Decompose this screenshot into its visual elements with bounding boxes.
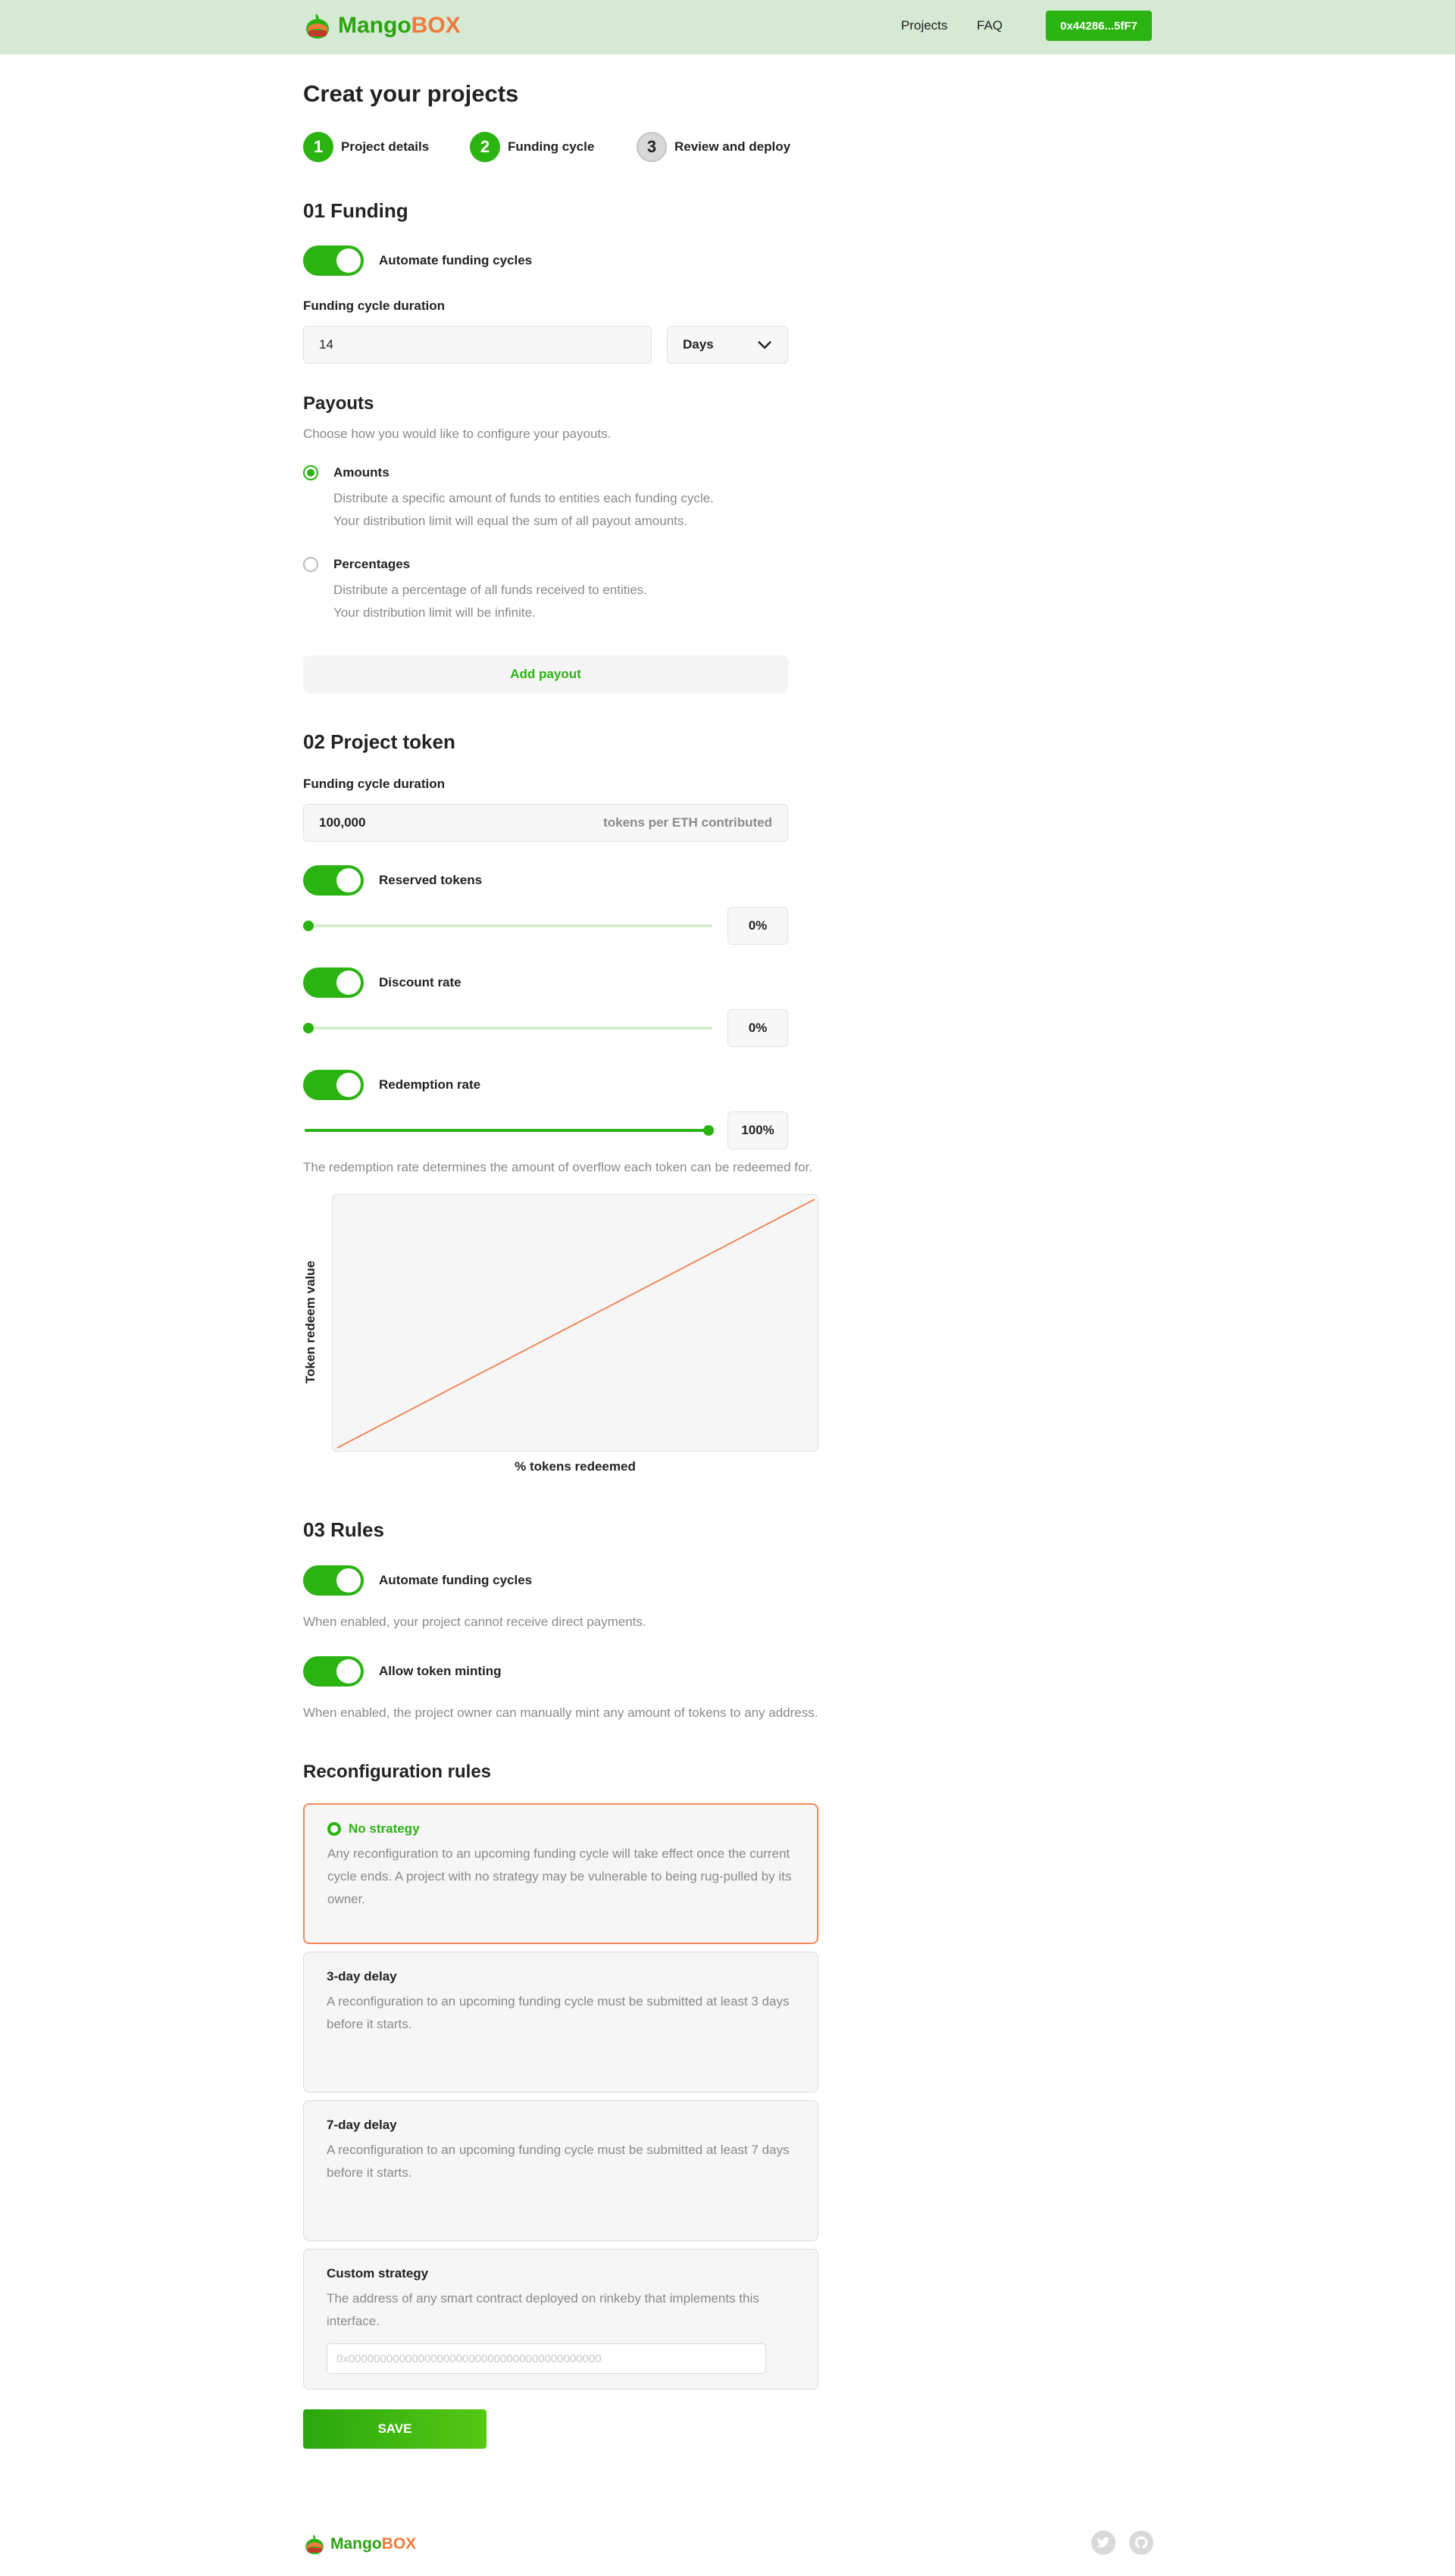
toggle-knob [336,1073,361,1097]
brand-name-mango: Mango [330,2535,382,2553]
reserved-tokens-label: Reserved tokens [379,873,483,887]
rule-automate-label: Automate funding cycles [379,1573,533,1587]
chart-series-line-0 [336,1199,815,1449]
redemption-note: The redemption rate determines the amoun… [303,1160,812,1174]
chart-x-axis-label: % tokens redeemed [515,1459,636,1474]
payout-percentages-label[interactable]: Percentages [333,557,410,572]
rule-minting-label: Allow token minting [379,1664,502,1678]
discount-rate-slider-track[interactable] [305,1027,712,1030]
rule-automate-toggle[interactable] [303,1565,364,1596]
token-section-heading: 02 Project token [303,730,455,753]
strategy-desc: Any reconfiguration to an upcoming fundi… [327,1846,792,1906]
toggle-knob [336,1568,361,1593]
token-amount-value: 100,000 [319,815,366,830]
mango-logo-icon [306,14,329,39]
automate-funding-toggle[interactable] [303,245,364,276]
toggle-knob [336,868,361,893]
strategy-title: No strategy [327,1821,794,1837]
redemption-rate-toggle[interactable] [303,1070,364,1100]
reconfig-heading: Reconfiguration rules [303,1762,492,1782]
reserved-tokens-slider-thumb[interactable] [303,921,314,931]
strategy-title-text: No strategy [349,1821,420,1836]
twitter-icon[interactable] [1091,2531,1116,2555]
step-2-circle[interactable]: 2 [470,132,500,162]
add-payout-button[interactable]: Add payout [303,655,788,693]
strategy-title: Custom strategy [327,2266,429,2281]
redemption-rate-label: Redemption rate [379,1077,481,1092]
reserved-tokens-toggle[interactable] [303,865,364,896]
redemption-chart [332,1194,818,1452]
selected-radio-icon [327,1822,341,1836]
duration-unit-select[interactable]: Days [667,326,788,364]
brand-name-mango: Mango [338,13,411,38]
redemption-chart-svg [336,1199,815,1449]
strategy-desc: The address of any smart contract deploy… [327,2291,759,2328]
duration-input[interactable]: 14 [303,326,652,364]
step-3-label[interactable]: Review and deploy [674,139,790,155]
step-1-label[interactable]: Project details [341,139,429,155]
strategy-7-day-card[interactable]: 7-day delay A reconfiguration to an upco… [303,2100,818,2241]
footer-logo[interactable]: Mango BOX [303,2532,416,2556]
token-duration-label: Funding cycle duration [303,777,446,791]
rules-section-heading: 03 Rules [303,1518,384,1541]
redemption-rate-value[interactable]: 100% [728,1111,788,1149]
nav-projects-link[interactable]: Projects [901,18,947,33]
step-2-label[interactable]: Funding cycle [508,139,594,155]
toggle-knob [336,971,361,995]
payout-percentages-radio[interactable] [303,557,318,572]
wallet-address-button[interactable]: 0x44286...5fF7 [1046,11,1152,41]
toggle-knob [336,1659,361,1683]
discount-rate-slider-thumb[interactable] [303,1023,314,1033]
discount-rate-toggle[interactable] [303,968,364,998]
nav-faq-link[interactable]: FAQ [977,18,1003,33]
token-amount-input[interactable]: 100,000 tokens per ETH contributed [303,804,788,842]
payouts-subtitle: Choose how you would like to configure y… [303,427,612,441]
strategy-desc: A reconfiguration to an upcoming funding… [327,1994,790,2031]
funding-section-heading: 01 Funding [303,199,408,222]
step-3-circle[interactable]: 3 [637,132,667,162]
payout-amounts-label[interactable]: Amounts [333,465,390,480]
payouts-heading: Payouts [303,393,374,414]
step-1-circle[interactable]: 1 [303,132,333,162]
payout-percentages-desc-1: Distribute a percentage of all funds rec… [333,583,647,597]
top-navbar: Mango BOX Projects FAQ 0x44286...5fF7 [0,0,1455,55]
save-button[interactable]: SAVE [303,2409,487,2449]
chart-y-axis-label: Token redeem value [303,1260,318,1384]
brand-logo[interactable]: Mango BOX [303,11,461,41]
redemption-rate-slider-track[interactable] [305,1129,712,1132]
page-title: Creat your projects [303,80,519,107]
payout-amounts-desc-1: Distribute a specific amount of funds to… [333,491,714,505]
slider-fill [305,1129,712,1132]
mango-logo-icon [305,2534,324,2555]
payout-percentages-desc-2: Your distribution limit will be infinite… [333,605,536,620]
payout-amounts-radio[interactable] [303,465,318,480]
strategy-desc: A reconfiguration to an upcoming funding… [327,2143,790,2180]
strategy-no-strategy-card[interactable]: No strategy Any reconfiguration to an up… [303,1803,818,1944]
duration-unit-value: Days [683,337,714,352]
rule-automate-desc: When enabled, your project cannot receiv… [303,1615,646,1629]
strategy-3-day-card[interactable]: 3-day delay A reconfiguration to an upco… [303,1952,818,2093]
github-icon[interactable] [1129,2531,1153,2555]
payout-amounts-desc-2: Your distribution limit will equal the s… [333,514,688,528]
duration-label: Funding cycle duration [303,299,446,313]
rule-minting-toggle[interactable] [303,1656,364,1687]
automate-funding-label: Automate funding cycles [379,253,533,267]
toggle-knob [336,249,361,273]
brand-name-box: BOX [411,13,461,38]
reserved-tokens-value[interactable]: 0% [728,907,788,945]
redemption-rate-slider-thumb[interactable] [703,1125,714,1136]
token-amount-suffix: tokens per ETH contributed [603,815,772,830]
strategy-title: 3-day delay [327,1969,397,1984]
custom-strategy-address-input[interactable] [327,2343,766,2374]
brand-name-box: BOX [381,2535,417,2553]
rule-minting-desc: When enabled, the project owner can manu… [303,1705,818,1720]
chevron-down-icon [758,341,771,349]
reserved-tokens-slider-track[interactable] [305,924,712,927]
discount-rate-label: Discount rate [379,975,462,989]
strategy-custom-card[interactable]: Custom strategy The address of any smart… [303,2249,818,2390]
discount-rate-value[interactable]: 0% [728,1009,788,1047]
strategy-title: 7-day delay [327,2118,397,2132]
